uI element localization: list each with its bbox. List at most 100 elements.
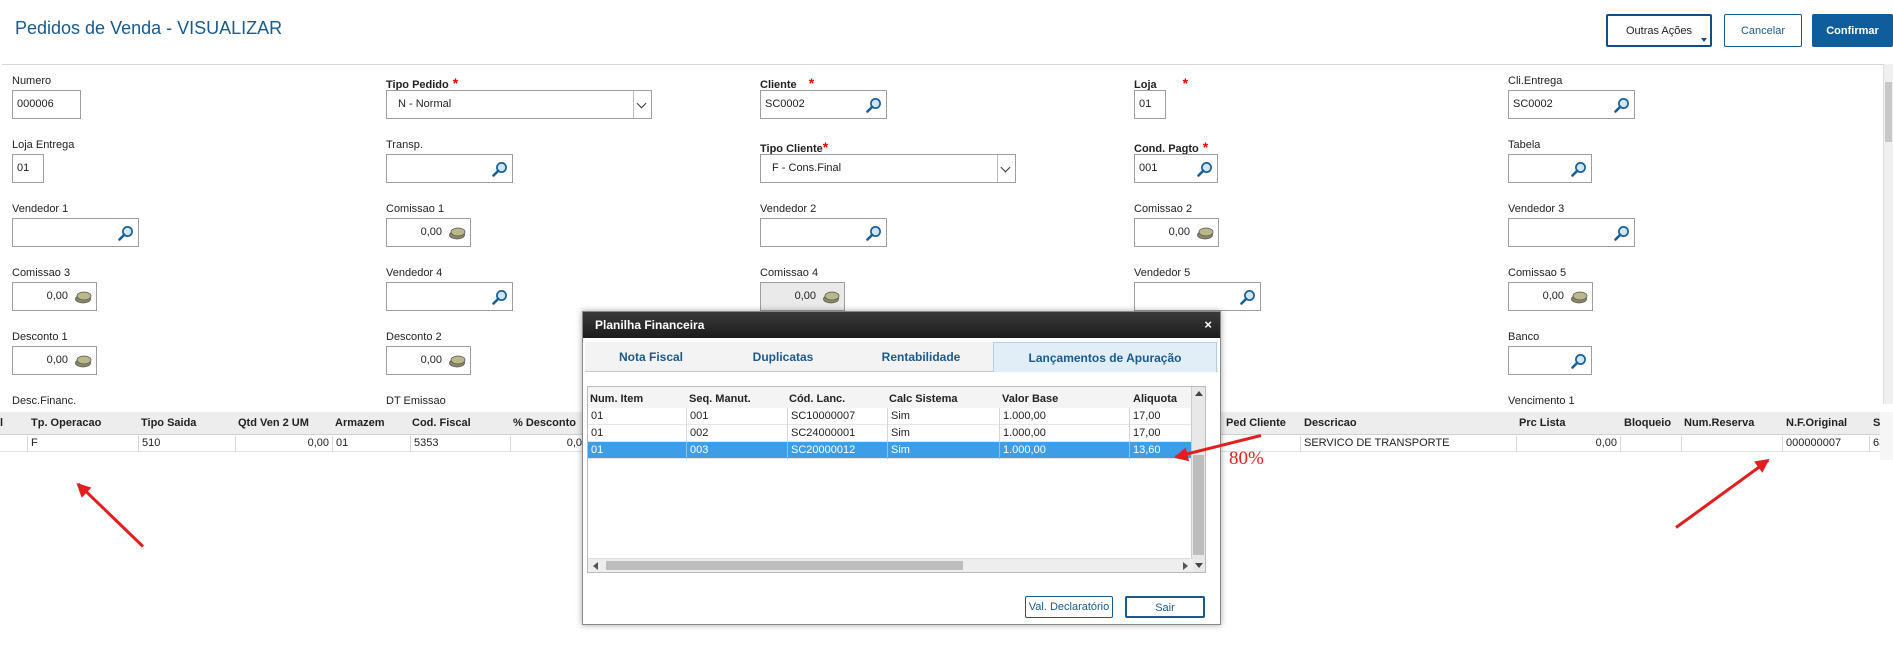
tab-rentabilidade[interactable]: Rentabilidade bbox=[849, 342, 993, 372]
cliente-input[interactable]: SC0002 bbox=[760, 90, 887, 119]
cell-armazem[interactable]: 01 bbox=[333, 436, 411, 452]
cell-qtd-ven-2um[interactable]: 0,00 bbox=[236, 436, 333, 452]
scroll-left-icon[interactable] bbox=[593, 562, 598, 570]
cell-num-reserva[interactable] bbox=[1682, 436, 1783, 452]
scrollbar-thumb[interactable] bbox=[1885, 82, 1892, 142]
col-cod-fiscal[interactable]: Cod. Fiscal bbox=[412, 417, 471, 429]
scroll-down-icon[interactable] bbox=[1195, 563, 1203, 568]
search-icon[interactable] bbox=[1240, 289, 1256, 305]
loja-entrega-input[interactable]: 01 bbox=[12, 154, 44, 183]
confirm-button[interactable]: Confirmar bbox=[1812, 14, 1893, 47]
cell-tp-operacao[interactable]: F bbox=[28, 436, 139, 452]
page-title: Pedidos de Venda - VISUALIZAR bbox=[15, 18, 283, 38]
col-qtd-ven-2um[interactable]: Qtd Ven 2 UM bbox=[238, 417, 309, 429]
scroll-right-icon[interactable] bbox=[1183, 562, 1188, 570]
cell-cod-fiscal[interactable]: 5353 bbox=[411, 436, 511, 452]
col-ped-cliente[interactable]: Ped Cliente bbox=[1226, 417, 1286, 429]
col-nf-original[interactable]: N.F.Original bbox=[1786, 417, 1847, 429]
cell-descricao[interactable]: SERVICO DE TRANSPORTE bbox=[1301, 436, 1517, 452]
col-tipo-saida[interactable]: Tipo Saida bbox=[141, 417, 196, 429]
desconto1-input[interactable]: 0,00 bbox=[12, 346, 97, 375]
money-icon[interactable] bbox=[1196, 226, 1214, 240]
col-armazem[interactable]: Armazem bbox=[335, 417, 385, 429]
more-actions-button[interactable]: Outras Ações bbox=[1606, 14, 1712, 47]
col-seq-manut[interactable]: Seq. Manut. bbox=[689, 393, 751, 405]
cell-bloqueio[interactable] bbox=[1621, 436, 1682, 452]
cell-prc-lista[interactable]: 0,00 bbox=[1517, 436, 1621, 452]
chevron-down-icon[interactable] bbox=[997, 155, 1015, 182]
table-row-selected[interactable]: 01 003 SC20000012 Sim 1.000,00 13,60 bbox=[588, 442, 1193, 459]
grid-scroll-buttons[interactable] bbox=[1880, 412, 1893, 460]
table-row[interactable]: 01 001 SC10000007 Sim 1.000,00 17,00 bbox=[588, 408, 1193, 425]
cond-pagto-input[interactable]: 001 bbox=[1134, 154, 1218, 183]
numero-input[interactable]: 000006 bbox=[12, 90, 81, 119]
cell-tipo-saida[interactable]: 510 bbox=[139, 436, 236, 452]
tabela-input[interactable] bbox=[1508, 154, 1592, 183]
money-icon[interactable] bbox=[448, 354, 466, 368]
close-icon[interactable]: × bbox=[1204, 312, 1212, 338]
money-icon[interactable] bbox=[74, 290, 92, 304]
col-num-reserva[interactable]: Num.Reserva bbox=[1684, 417, 1754, 429]
money-icon[interactable] bbox=[448, 226, 466, 240]
vendedor4-input[interactable] bbox=[386, 282, 513, 311]
dialog-horizontal-scrollbar[interactable] bbox=[588, 558, 1193, 572]
cell-seq-manut: 002 bbox=[687, 425, 788, 442]
comissao2-input[interactable]: 0,00 bbox=[1134, 218, 1219, 247]
col-valor-base[interactable]: Valor Base bbox=[1002, 393, 1058, 405]
tipo-cliente-select[interactable]: F - Cons.Final bbox=[760, 154, 1016, 183]
comissao5-input[interactable]: 0,00 bbox=[1508, 282, 1593, 311]
money-icon[interactable] bbox=[74, 354, 92, 368]
cli-entrega-input[interactable]: SC0002 bbox=[1508, 90, 1635, 119]
cell-aliquota: 17,00 bbox=[1130, 425, 1193, 442]
tabela-label: Tabela bbox=[1508, 139, 1541, 151]
banco-input[interactable] bbox=[1508, 346, 1592, 375]
vendedor1-input[interactable] bbox=[12, 218, 139, 247]
form-scrollbar[interactable] bbox=[1883, 64, 1893, 404]
comissao3-input[interactable]: 0,00 bbox=[12, 282, 97, 311]
col-pct-desconto[interactable]: % Desconto bbox=[513, 417, 576, 429]
chevron-down-icon[interactable] bbox=[633, 91, 651, 118]
desconto2-input[interactable]: 0,00 bbox=[386, 346, 471, 375]
col-cod-lanc[interactable]: Cód. Lanc. bbox=[789, 393, 845, 405]
cell-nf-original[interactable]: 000000007 bbox=[1783, 436, 1870, 452]
vendedor3-input[interactable] bbox=[1508, 218, 1635, 247]
search-icon[interactable] bbox=[118, 225, 134, 241]
search-icon[interactable] bbox=[1614, 97, 1630, 113]
tab-duplicatas[interactable]: Duplicatas bbox=[717, 342, 849, 372]
money-icon[interactable] bbox=[1570, 290, 1588, 304]
search-icon[interactable] bbox=[1197, 161, 1213, 177]
tab-nota-fiscal[interactable]: Nota Fiscal bbox=[585, 342, 717, 372]
vendedor2-input[interactable] bbox=[760, 218, 887, 247]
tipo-pedido-select[interactable]: N - Normal bbox=[386, 90, 652, 119]
col-calc-sistema[interactable]: Calc Sistema bbox=[889, 393, 957, 405]
col-prc-lista[interactable]: Prc Lista bbox=[1519, 417, 1565, 429]
search-icon[interactable] bbox=[492, 161, 508, 177]
vendedor5-input[interactable] bbox=[1134, 282, 1261, 311]
val-declaratorio-button[interactable]: Val. Declaratório bbox=[1025, 596, 1113, 618]
dialog-vertical-scrollbar[interactable] bbox=[1191, 387, 1205, 572]
scroll-up-icon[interactable] bbox=[1195, 391, 1203, 396]
search-icon[interactable] bbox=[492, 289, 508, 305]
col-bloqueio[interactable]: Bloqueio bbox=[1624, 417, 1671, 429]
scrollbar-thumb[interactable] bbox=[1193, 455, 1204, 555]
cell-pct-desconto[interactable]: 0,0 bbox=[511, 436, 586, 452]
search-icon[interactable] bbox=[1571, 161, 1587, 177]
transp-input[interactable] bbox=[386, 154, 513, 183]
table-row[interactable]: 01 002 SC24000001 Sim 1.000,00 17,00 bbox=[588, 425, 1193, 442]
comissao1-label: Comissao 1 bbox=[386, 203, 445, 215]
cancel-button[interactable]: Cancelar bbox=[1724, 14, 1802, 47]
tab-lancamentos-apuracao[interactable]: Lançamentos de Apuração bbox=[993, 342, 1217, 372]
col-num-item[interactable]: Num. Item bbox=[590, 393, 643, 405]
col-descricao[interactable]: Descricao bbox=[1304, 417, 1357, 429]
col-aliquota[interactable]: Aliquota bbox=[1133, 393, 1177, 405]
search-icon[interactable] bbox=[1614, 225, 1630, 241]
comissao1-input[interactable]: 0,00 bbox=[386, 218, 471, 247]
comissao3-field: Comissao 3 0,00 bbox=[12, 267, 97, 311]
scrollbar-thumb[interactable] bbox=[606, 561, 963, 570]
search-icon[interactable] bbox=[866, 225, 882, 241]
search-icon[interactable] bbox=[866, 97, 882, 113]
loja-input[interactable]: 01 bbox=[1134, 90, 1166, 119]
col-tp-operacao[interactable]: Tp. Operacao bbox=[31, 417, 101, 429]
sair-button[interactable]: Sair bbox=[1125, 596, 1205, 618]
search-icon[interactable] bbox=[1571, 353, 1587, 369]
